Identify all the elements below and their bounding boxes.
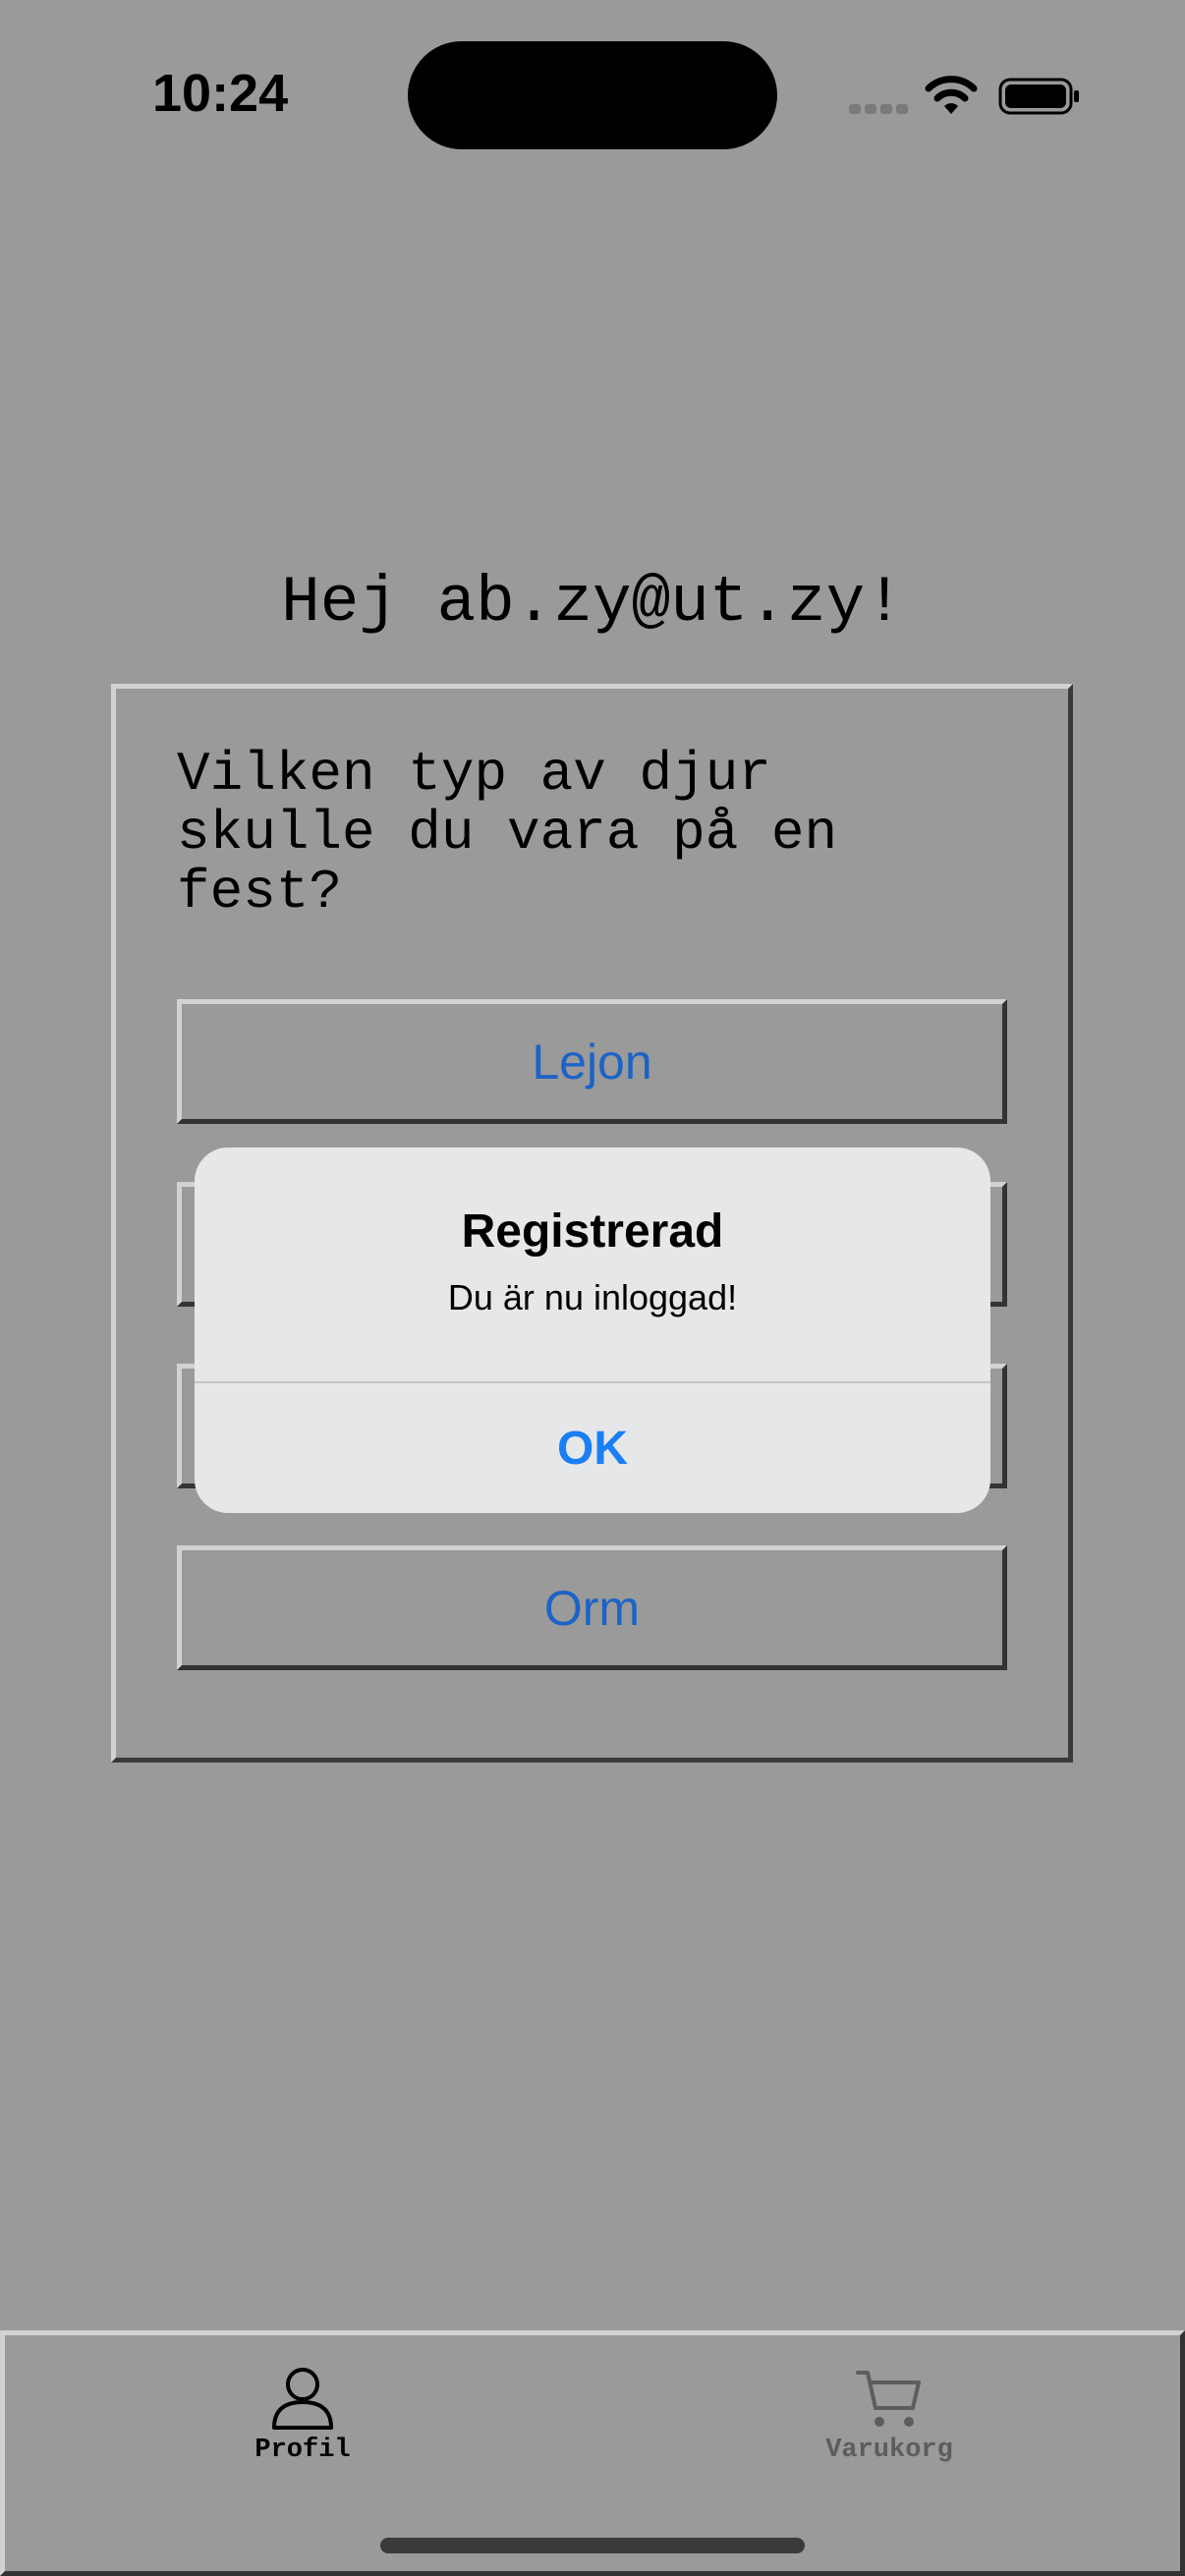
answer-button-lejon[interactable]: Lejon: [177, 999, 1007, 1124]
tab-profil-label: Profil: [254, 2436, 351, 2465]
tab-varukorg[interactable]: Varukorg: [791, 2365, 988, 2492]
cart-icon: [856, 2371, 921, 2427]
cellular-signal-icon: [849, 104, 908, 114]
tab-profil[interactable]: Profil: [204, 2365, 401, 2492]
dynamic-island: [408, 41, 777, 149]
tab-varukorg-label: Varukorg: [825, 2436, 953, 2465]
registered-alert: Registrerad Du är nu inloggad! OK: [195, 1148, 990, 1513]
wifi-icon: [925, 76, 978, 114]
person-icon: [272, 2368, 333, 2430]
greeting-title: Hej ab.zy@ut.zy!: [281, 566, 904, 640]
status-time: 10:24: [152, 64, 289, 123]
alert-ok-button[interactable]: OK: [195, 1383, 990, 1513]
answer-button-orm[interactable]: Orm: [177, 1545, 1007, 1670]
home-indicator[interactable]: [380, 2538, 805, 2553]
alert-message: Du är nu inloggad!: [447, 1277, 738, 1317]
battery-icon: [998, 78, 1079, 115]
alert-title: Registrerad: [461, 1205, 724, 1258]
quiz-question: Vilken typ av djur skulle du vara på en …: [177, 743, 838, 924]
